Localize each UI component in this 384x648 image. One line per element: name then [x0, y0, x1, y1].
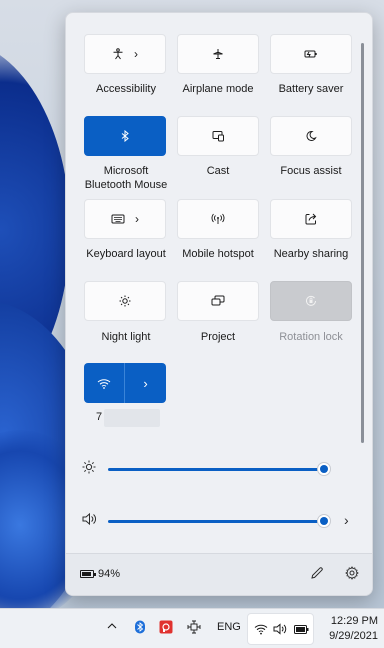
chevron-right-icon[interactable]: ›	[134, 47, 138, 61]
language-indicator[interactable]: ENG	[217, 621, 241, 633]
wifi-icon	[97, 378, 111, 389]
show-hidden-icons-button[interactable]	[106, 620, 118, 632]
brightness-slider-row	[66, 454, 372, 484]
brightness-icon	[82, 460, 96, 474]
tile-mobile-hotspot[interactable]	[177, 199, 259, 239]
chevron-right-icon[interactable]: ›	[344, 512, 349, 528]
airplane-icon	[212, 48, 224, 60]
tile-airplane-mode[interactable]	[177, 34, 259, 74]
chevron-right-icon[interactable]: ›	[135, 212, 139, 226]
moon-icon	[305, 130, 317, 142]
rotation-lock-icon	[305, 295, 317, 307]
clock-time: 12:29 PM	[330, 615, 378, 627]
tiles-scrollbar[interactable]	[361, 43, 364, 443]
flyout-footer: 94%	[66, 553, 372, 595]
tile-rotation-lock[interactable]	[270, 281, 352, 321]
tile-cast[interactable]	[177, 116, 259, 156]
share-icon	[305, 213, 317, 225]
tile-label-nearby-sharing: Nearby sharing	[273, 248, 349, 260]
tile-label-rotation-lock: Rotation lock	[279, 331, 343, 343]
volume-slider-thumb[interactable]	[317, 514, 331, 528]
keyboard-icon	[111, 214, 125, 224]
bluetooth-icon	[120, 130, 130, 142]
taskbar-clock[interactable]: 12:29 PM 9/29/2021	[322, 614, 378, 644]
cast-icon	[212, 130, 225, 142]
network-adapter-tray-icon[interactable]	[187, 620, 201, 634]
chevron-right-icon: ›	[143, 375, 148, 391]
volume-slider-row: ›	[66, 506, 372, 536]
tile-label-battery-saver: Battery saver	[278, 83, 344, 95]
brightness-slider-thumb[interactable]	[317, 462, 331, 476]
tile-keyboard-layout[interactable]: ›	[84, 199, 166, 239]
speaker-icon	[273, 623, 289, 635]
tile-battery-saver[interactable]	[270, 34, 352, 74]
wifi-toggle-button[interactable]	[84, 363, 125, 403]
battery-icon	[80, 570, 96, 578]
tile-night-light[interactable]	[84, 281, 166, 321]
brightness-icon	[119, 295, 131, 307]
quick-settings-flyout: › Accessibility Airplane mode Battery sa…	[65, 12, 373, 596]
quick-settings-tray-button[interactable]	[247, 613, 314, 645]
tile-accessibility[interactable]: ›	[84, 34, 166, 74]
wifi-icon	[254, 623, 268, 635]
taskbar: ENG 12:29 PM 9/29/2021	[0, 608, 384, 648]
quick-settings-tiles: › Accessibility Airplane mode Battery sa…	[66, 13, 372, 443]
tile-nearby-sharing[interactable]	[270, 199, 352, 239]
accessibility-icon	[112, 48, 124, 60]
tile-project[interactable]	[177, 281, 259, 321]
battery-icon	[294, 625, 310, 635]
wifi-network-name: 7	[96, 411, 103, 423]
battery-saver-icon	[304, 48, 318, 60]
tile-focus-assist[interactable]	[270, 116, 352, 156]
clock-date: 9/29/2021	[329, 630, 378, 642]
app-tray-icon[interactable]	[159, 620, 173, 634]
bluetooth-tray-icon[interactable]	[134, 620, 146, 634]
pencil-icon[interactable]	[310, 566, 324, 580]
wifi-name-redaction	[104, 409, 160, 427]
brightness-track[interactable]	[108, 468, 324, 471]
volume-track[interactable]	[108, 520, 324, 523]
battery-status[interactable]: 94%	[80, 568, 120, 580]
tile-bluetooth[interactable]	[84, 116, 166, 156]
speaker-icon	[82, 512, 98, 526]
battery-percent: 94%	[98, 568, 121, 580]
gear-icon[interactable]	[345, 566, 359, 580]
tile-label-focus-assist: Focus assist	[280, 165, 342, 177]
tile-wifi: ›	[84, 363, 166, 403]
project-icon	[211, 295, 225, 307]
wifi-expand-button[interactable]: ›	[125, 363, 166, 403]
hotspot-icon	[211, 213, 225, 225]
